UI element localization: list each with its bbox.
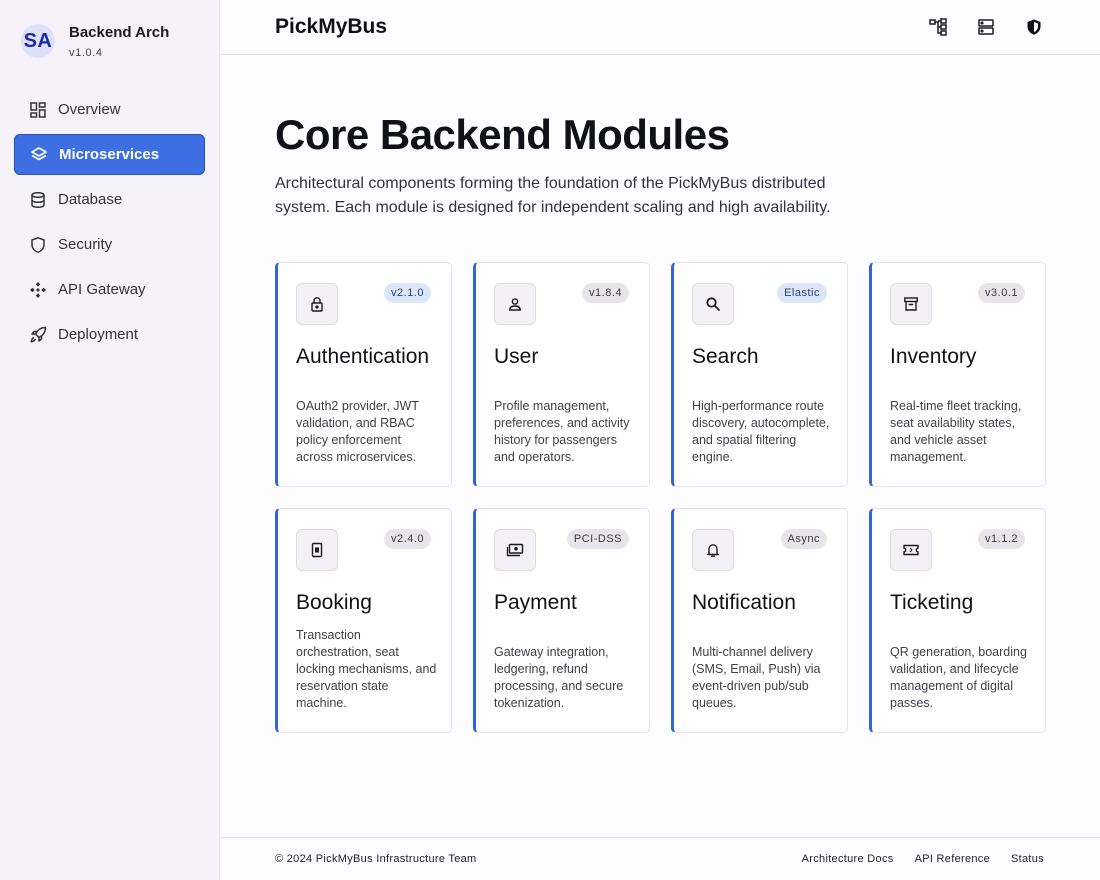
module-card-ticketing[interactable]: v1.1.2 Ticketing QR generation, boarding… bbox=[869, 508, 1046, 733]
module-card-payment[interactable]: PCI-DSS Payment Gateway integration, led… bbox=[473, 508, 650, 733]
footer-link-status[interactable]: Status bbox=[1011, 853, 1044, 865]
version-badge: v2.1.0 bbox=[384, 283, 431, 303]
module-title: Ticketing bbox=[890, 591, 974, 614]
module-title: Inventory bbox=[890, 345, 977, 368]
sidebar-nav: Overview Microservices Database Security… bbox=[14, 89, 205, 355]
module-description: OAuth2 provider, JWT validation, and RBA… bbox=[296, 399, 419, 464]
module-description: High-performance route discovery, autoco… bbox=[692, 399, 830, 464]
module-title: Notification bbox=[692, 591, 796, 614]
shield-filled-icon[interactable] bbox=[1024, 17, 1044, 37]
module-description: Gateway integration, ledgering, refund p… bbox=[494, 645, 624, 710]
sidebar-item-api-gateway[interactable]: API Gateway bbox=[14, 269, 205, 310]
footer-link-api-reference[interactable]: API Reference bbox=[915, 853, 990, 865]
mode-badge: Async bbox=[780, 529, 827, 549]
sidebar-item-label: Security bbox=[58, 236, 113, 253]
version-badge: v1.1.2 bbox=[978, 529, 1025, 549]
module-title: Authentication bbox=[296, 345, 430, 368]
module-title: Payment bbox=[494, 591, 577, 614]
sidebar-item-label: Microservices bbox=[59, 146, 160, 163]
compliance-badge: PCI-DSS bbox=[566, 529, 629, 549]
module-description: Transaction orchestration, seat locking … bbox=[296, 628, 437, 710]
content: Core Backend Modules Architectural compo… bbox=[220, 55, 1100, 733]
sidebar-item-label: Deployment bbox=[58, 326, 139, 343]
version-badge: v2.4.0 bbox=[384, 529, 431, 549]
top-actions bbox=[928, 17, 1044, 37]
module-description: QR generation, boarding validation, and … bbox=[890, 645, 1027, 710]
module-card-user[interactable]: v1.8.4 User Profile management, preferen… bbox=[473, 262, 650, 487]
footer-link-architecture-docs[interactable]: Architecture Docs bbox=[802, 853, 894, 865]
database-icon bbox=[28, 190, 48, 210]
sidebar-item-label: Database bbox=[58, 191, 123, 208]
sidebar-item-overview[interactable]: Overview bbox=[14, 89, 205, 130]
module-grid: v2.1.0 Authentication OAuth2 provider, J… bbox=[275, 262, 1046, 733]
top-bar: PickMyBus bbox=[220, 0, 1100, 55]
module-description: Profile management, preferences, and act… bbox=[494, 399, 630, 464]
footer-links: Architecture Docs API Reference Status bbox=[802, 853, 1044, 865]
version-badge: v3.0.1 bbox=[978, 283, 1025, 303]
server-icon[interactable] bbox=[976, 17, 996, 37]
lock-icon bbox=[296, 283, 338, 325]
sidebar-item-label: Overview bbox=[58, 101, 121, 118]
sidebar-item-deployment[interactable]: Deployment bbox=[14, 314, 205, 355]
dashboard-icon bbox=[28, 100, 48, 120]
sidebar-item-security[interactable]: Security bbox=[14, 224, 205, 265]
search-icon bbox=[692, 283, 734, 325]
brand-title: Backend Arch bbox=[69, 23, 170, 41]
module-card-authentication[interactable]: v2.1.0 Authentication OAuth2 provider, J… bbox=[275, 262, 452, 487]
module-card-notification[interactable]: Async Notification Multi-channel deliver… bbox=[671, 508, 848, 733]
booking-icon bbox=[296, 529, 338, 571]
module-card-search[interactable]: Elastic Search High-performance route di… bbox=[671, 262, 848, 487]
layers-icon bbox=[29, 145, 49, 165]
module-title: Booking bbox=[296, 591, 372, 614]
api-gateway-icon bbox=[28, 280, 48, 300]
brand-version: v1.0.4 bbox=[69, 46, 103, 59]
hierarchy-icon[interactable] bbox=[928, 17, 948, 37]
user-icon bbox=[494, 283, 536, 325]
page-title: Core Backend Modules bbox=[275, 111, 730, 158]
copyright: © 2024 PickMyBus Infrastructure Team bbox=[275, 853, 477, 865]
module-card-inventory[interactable]: v3.0.1 Inventory Real-time fleet trackin… bbox=[869, 262, 1046, 487]
sidebar-item-microservices[interactable]: Microservices bbox=[14, 134, 205, 175]
sidebar: SA Backend Arch v1.0.4 Overview Microser… bbox=[0, 0, 220, 880]
page-intro: Architectural components forming the fou… bbox=[275, 175, 831, 216]
version-badge: v1.8.4 bbox=[582, 283, 629, 303]
app-title: PickMyBus bbox=[275, 15, 388, 38]
payments-icon bbox=[494, 529, 536, 571]
archive-icon bbox=[890, 283, 932, 325]
footer: © 2024 PickMyBus Infrastructure Team Arc… bbox=[220, 837, 1100, 880]
sidebar-item-database[interactable]: Database bbox=[14, 179, 205, 220]
ticket-icon bbox=[890, 529, 932, 571]
avatar[interactable]: SA bbox=[21, 24, 55, 58]
shield-icon bbox=[28, 235, 48, 255]
main-area: PickMyBus Core Backend Modules Architect… bbox=[220, 0, 1100, 880]
rocket-icon bbox=[28, 325, 48, 345]
module-description: Real-time fleet tracking, seat availabil… bbox=[890, 399, 1022, 464]
module-card-booking[interactable]: v2.4.0 Booking Transaction orchestration… bbox=[275, 508, 452, 733]
module-title: User bbox=[494, 345, 539, 368]
module-description: Multi-channel delivery (SMS, Email, Push… bbox=[692, 645, 821, 710]
bell-icon bbox=[692, 529, 734, 571]
tech-badge: Elastic bbox=[777, 283, 827, 303]
sidebar-item-label: API Gateway bbox=[58, 281, 146, 298]
brand: SA Backend Arch v1.0.4 bbox=[14, 0, 205, 82]
module-title: Search bbox=[692, 345, 759, 368]
